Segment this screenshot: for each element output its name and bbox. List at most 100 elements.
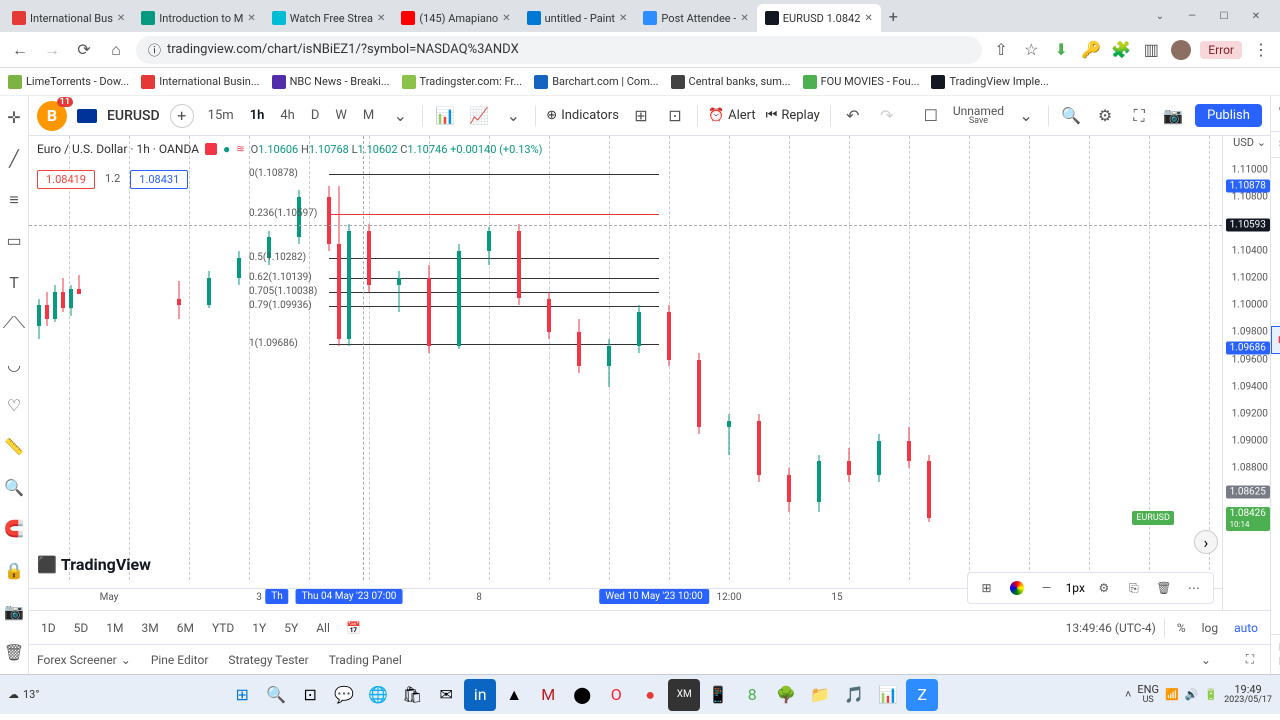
watchlist-row[interactable]: 100U1360120.1.25% (1271, 410, 1280, 438)
forward-button[interactable]: → (40, 38, 64, 62)
clock-time[interactable]: 19:49 (1224, 684, 1272, 696)
watchlist-row[interactable]: ▮€E1.084-0.0-0.18% (1271, 326, 1280, 354)
chart-type-icon[interactable]: 📊 (433, 104, 457, 128)
replay-button[interactable]: ⏮Replay (766, 108, 820, 123)
bookmark-item[interactable]: Central banks, sum... (671, 75, 791, 89)
tab-close-icon[interactable]: ✕ (502, 13, 510, 24)
volume-icon[interactable]: 🔊 (1185, 688, 1199, 701)
object-settings-icon[interactable]: ⚙ (1093, 577, 1115, 599)
app-icon-5[interactable]: 📊 (872, 679, 904, 711)
bookmark-item[interactable]: International Busin... (141, 75, 259, 89)
indicators-button[interactable]: ⊕Indicators (546, 108, 619, 123)
new-tab-button[interactable]: + (881, 3, 906, 30)
account-avatar[interactable]: B11 (37, 101, 67, 131)
range-6M[interactable]: 6M (173, 619, 198, 637)
footer-tab[interactable]: Forex Screener ⌄ (37, 653, 131, 667)
compare-icon[interactable]: ≋ (236, 144, 244, 155)
back-button[interactable]: ← (8, 38, 32, 62)
reading-list-icon[interactable]: ▥ (1140, 39, 1162, 61)
bookmark-item[interactable]: Barchart.com | Com... (534, 75, 658, 89)
range-All[interactable]: All (312, 619, 334, 637)
share-icon[interactable]: ⇧ (990, 39, 1012, 61)
forecast-tool[interactable]: ◡ (0, 351, 28, 378)
close-window-button[interactable]: ✕ (1244, 4, 1268, 28)
snapshot-icon[interactable]: 📷 (1161, 104, 1185, 128)
linkedin-icon[interactable]: in (464, 679, 496, 711)
lock-tool[interactable]: 🔒 (0, 557, 28, 584)
footer-tab[interactable]: Trading Panel (329, 653, 402, 667)
publish-button[interactable]: Publish (1195, 104, 1262, 127)
extensions-icon[interactable]: 🧩 (1110, 39, 1132, 61)
fib-line[interactable] (329, 258, 659, 259)
fullscreen-icon[interactable]: ⛶ (1127, 104, 1151, 128)
delete-tool[interactable]: 🗑 (0, 639, 28, 666)
timeframe-1h[interactable]: 1h (246, 106, 269, 125)
keyboard-indicator[interactable]: US (1137, 696, 1159, 706)
percent-button[interactable]: % (1173, 619, 1190, 637)
camera-tool[interactable]: 📷 (0, 598, 28, 625)
bookmark-item[interactable]: Tradingster.com: Fr... (402, 75, 523, 89)
browser-tab[interactable]: untitled - Paint✕ (519, 4, 636, 32)
timeframe-W[interactable]: W (331, 106, 351, 125)
magnet-tool[interactable]: 🧲 (0, 515, 28, 542)
range-YTD[interactable]: YTD (208, 619, 238, 637)
opera-icon[interactable]: O (600, 679, 632, 711)
timeframe-15m[interactable]: 15m (204, 106, 238, 125)
site-info-icon[interactable]: ⓘ (148, 40, 161, 59)
browser-tab[interactable]: International Bus✕ (4, 4, 133, 32)
watchlist-row[interactable]: 30U3346426.1.29% (1271, 354, 1280, 382)
symbol-name[interactable]: EURUSD (107, 108, 160, 124)
timeframe-M[interactable]: M (359, 106, 378, 125)
browser-tab[interactable]: (145) Amapiano✕ (393, 4, 518, 32)
vlc-icon[interactable]: ▲ (498, 679, 530, 711)
search-icon[interactable]: 🔍 (1059, 104, 1083, 128)
bookmark-star-icon[interactable]: ☆ (1020, 39, 1042, 61)
chevron-down-icon[interactable]: ⌄ (1148, 4, 1172, 28)
tab-close-icon[interactable]: ✕ (619, 13, 627, 24)
downloads-icon[interactable]: ⬇ (1050, 39, 1072, 61)
fib-line[interactable] (329, 344, 659, 345)
chart-type-dropdown[interactable]: ⌄ (501, 104, 525, 128)
zoom-tool[interactable]: 🔍 (0, 474, 28, 501)
fib-line[interactable] (329, 292, 659, 293)
layout-name[interactable]: UnnamedSave (953, 105, 1004, 126)
battery-icon[interactable]: 🔋 (1204, 688, 1218, 701)
store-icon[interactable]: 🛍 (396, 679, 428, 711)
profile-avatar[interactable] (1170, 39, 1192, 61)
watchlist-row[interactable]: SSI0.00-0.0-0.91% (1271, 382, 1280, 410)
explorer-icon[interactable]: 📁 (804, 679, 836, 711)
task-view-icon[interactable]: ⊡ (294, 679, 326, 711)
zoom-icon[interactable]: Z (906, 679, 938, 711)
watchlist-row[interactable]: ₿B27046.640.02% (1271, 158, 1280, 186)
bookmark-item[interactable]: TradingView Imple... (931, 75, 1048, 89)
footer-tab[interactable]: Pine Editor (151, 653, 209, 667)
cursor-tool[interactable]: ✛ (0, 104, 28, 131)
measure-tool[interactable]: 📏 (0, 433, 28, 460)
maximize-button[interactable]: ☐ (1212, 4, 1236, 28)
log-button[interactable]: log (1198, 619, 1223, 637)
undo-button[interactable]: ↶ (841, 104, 865, 128)
shape-tool[interactable]: ▭ (0, 227, 28, 254)
collapse-panel-icon[interactable]: ⌄ (1194, 648, 1218, 672)
line-width-label[interactable]: 1px (1066, 581, 1085, 595)
add-symbol-button[interactable]: + (170, 104, 194, 128)
fib-line[interactable] (329, 214, 659, 215)
bookmark-item[interactable]: NBC News - Breaki... (272, 75, 390, 89)
settings-icon[interactable]: ⚙ (1093, 104, 1117, 128)
line-type-icon[interactable]: 📈 (467, 104, 491, 128)
bid-price[interactable]: 1.08419 (37, 170, 95, 189)
fib-tool[interactable]: ≡ (0, 186, 28, 213)
range-1Y[interactable]: 1Y (248, 619, 270, 637)
bookmark-item[interactable]: LimeTorrents - Dow... (8, 75, 129, 89)
trendline-tool[interactable]: ╱ (0, 145, 28, 172)
tray-chevron-icon[interactable]: ˄ (1125, 688, 1131, 701)
range-1D[interactable]: 1D (37, 619, 60, 637)
start-button[interactable]: ⊞ (226, 679, 258, 711)
scroll-to-latest-button[interactable]: › (1194, 530, 1218, 554)
app-icon-2[interactable]: 8 (736, 679, 768, 711)
object-style-icon[interactable]: ⊞ (976, 577, 998, 599)
browser-tab[interactable]: EURUSD 1.0842✕ (757, 4, 881, 32)
watchlist-row[interactable]: UU1.34-0.0-0.28% (1271, 438, 1280, 466)
tab-close-icon[interactable]: ✕ (247, 13, 255, 24)
object-color-icon[interactable] (1006, 577, 1028, 599)
